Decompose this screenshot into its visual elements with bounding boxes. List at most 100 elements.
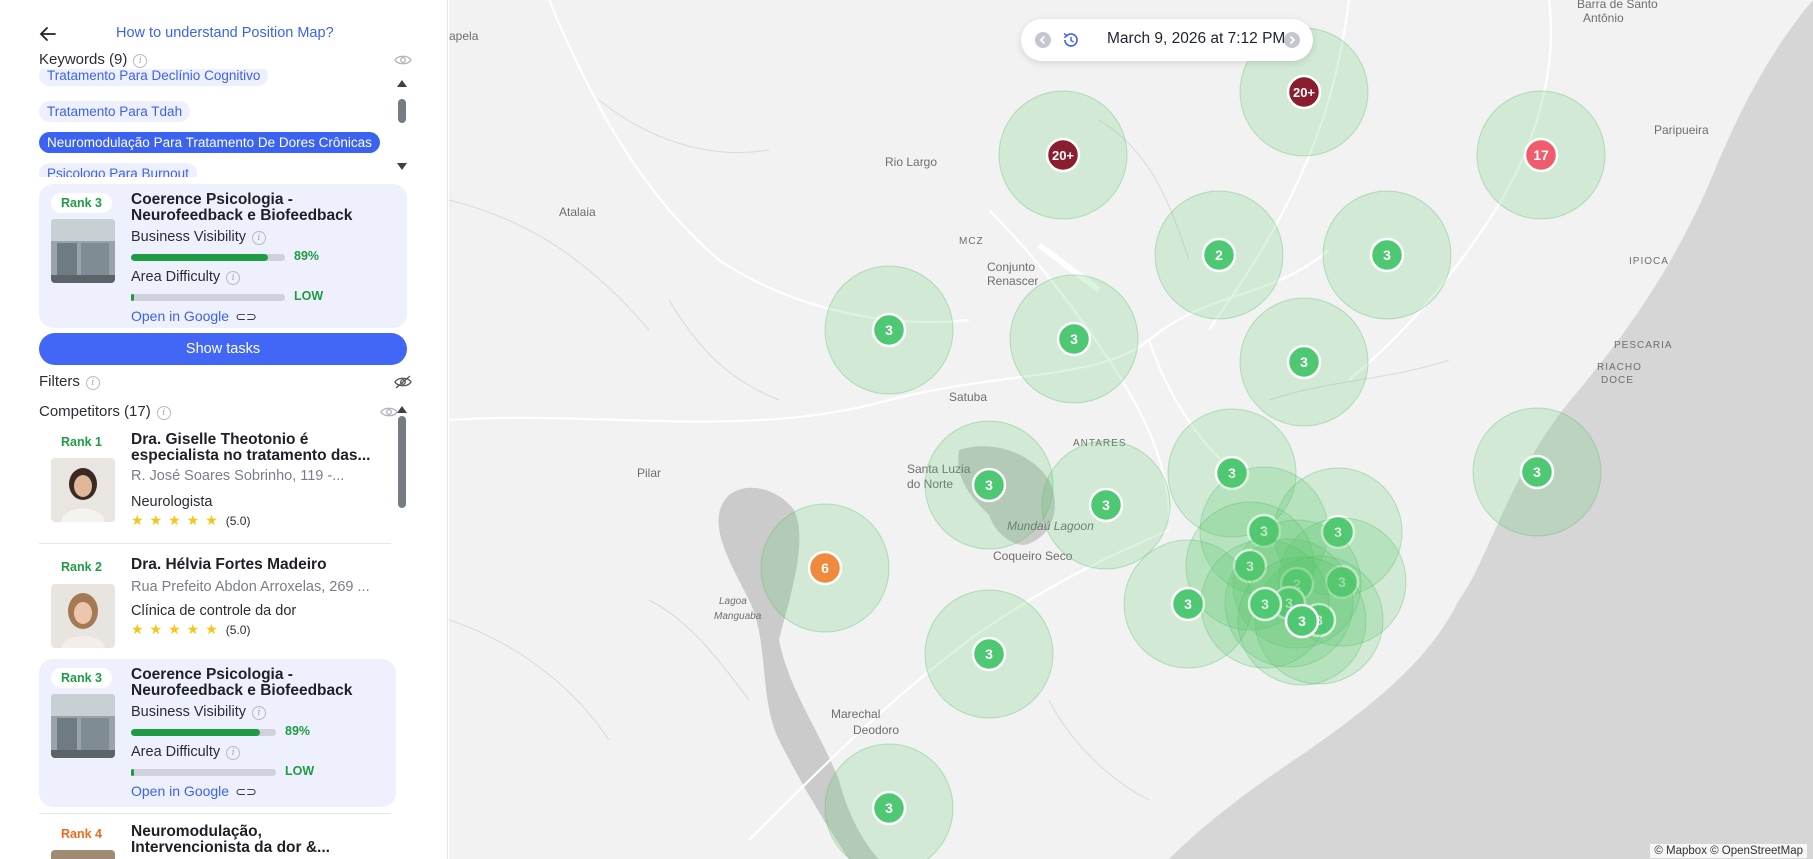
open-in-google-link[interactable]: Open in Google ⊂⊃ bbox=[131, 308, 257, 325]
competitor-photo bbox=[51, 458, 115, 522]
difficulty-label: Area Difficulty i bbox=[131, 269, 241, 285]
keywords-title: Keywords (9) bbox=[39, 51, 128, 68]
competitor-name: Dra. Hélvia Fortes Madeiro bbox=[131, 556, 327, 573]
marker-label: 3 bbox=[1300, 354, 1308, 370]
visibility-bar bbox=[131, 729, 276, 736]
rank-badge: Rank 3 bbox=[51, 193, 112, 213]
datetime-label: March 9, 2026 at 7:12 PM bbox=[1107, 30, 1286, 47]
map-place-label: PESCARIA bbox=[1614, 340, 1673, 351]
rank-badge: Rank 2 bbox=[51, 557, 112, 577]
marker-label: 3 bbox=[985, 477, 993, 493]
scroll-down-icon[interactable] bbox=[397, 163, 407, 170]
competitor-item[interactable]: Rank 2 Dra. Hélvia Fortes Madeiro Rua Pr… bbox=[39, 552, 391, 652]
rank-marker[interactable]: 3 bbox=[1239, 297, 1369, 427]
visibility-bar-fill bbox=[131, 729, 261, 736]
scroll-up-icon[interactable] bbox=[397, 80, 407, 87]
info-icon[interactable]: i bbox=[251, 231, 266, 245]
map-place-label: Renascer bbox=[987, 274, 1038, 288]
visibility-bar-fill bbox=[131, 254, 269, 261]
keyword-chip[interactable]: Tratamento Para Tdah bbox=[39, 101, 191, 122]
rank-marker[interactable]: 3 bbox=[924, 589, 1054, 719]
marker-label: 3 bbox=[985, 646, 993, 662]
next-icon[interactable] bbox=[1282, 30, 1302, 50]
business-name: Coerence Psicologia - Neurofeedback e Bi… bbox=[131, 191, 353, 224]
competitor-item-highlighted[interactable]: Rank 3 Coerence Psicologia - Neurofeedba… bbox=[39, 659, 396, 807]
marker-label: 2 bbox=[1215, 247, 1223, 263]
rank-marker[interactable]: 3 bbox=[1041, 440, 1171, 570]
info-icon[interactable]: i bbox=[226, 746, 241, 760]
rank-marker[interactable]: 6 bbox=[760, 503, 890, 633]
keyword-chip[interactable]: Tratamento Para Declínio Cognitivo bbox=[39, 69, 269, 86]
keywords-heading: Keywords (9) i bbox=[39, 51, 148, 68]
map-place-label: Atalaia bbox=[559, 205, 596, 219]
eye-icon[interactable] bbox=[394, 53, 412, 67]
eye-icon[interactable] bbox=[380, 405, 398, 419]
scroll-up-icon[interactable] bbox=[397, 406, 407, 413]
help-link[interactable]: How to understand Position Map? bbox=[116, 25, 334, 41]
marker-label: 20+ bbox=[1052, 148, 1074, 163]
marker-label: 3 bbox=[1383, 247, 1391, 263]
link-icon: ⊂⊃ bbox=[235, 309, 257, 324]
competitor-category: Neurologista bbox=[131, 494, 213, 510]
info-icon[interactable]: i bbox=[226, 271, 241, 285]
map-canvas[interactable]: Barra de SantoAntônio apela Paripueira Rio … bbox=[448, 0, 1813, 859]
competitor-category: Clínica de controle da dor bbox=[131, 603, 297, 619]
history-icon[interactable] bbox=[1061, 30, 1081, 50]
competitor-address: R. José Soares Sobrinho, 119 -... bbox=[131, 468, 345, 484]
previous-icon[interactable] bbox=[1033, 30, 1053, 50]
competitor-address: Rua Prefeito Abdon Arroxelas, 269 ... bbox=[131, 579, 370, 595]
scroll-thumb[interactable] bbox=[398, 99, 406, 123]
visibility-label: Business Visibility i bbox=[131, 229, 266, 245]
difficulty-bar bbox=[131, 769, 276, 776]
scroll-thumb[interactable] bbox=[398, 416, 406, 508]
map-place-label: Satuba bbox=[949, 390, 987, 404]
rank-marker[interactable]: 20+ bbox=[998, 90, 1128, 220]
visibility-label: Business Visibility i bbox=[131, 704, 266, 720]
info-icon[interactable]: i bbox=[251, 706, 266, 720]
rank-marker[interactable]: 3 bbox=[1322, 190, 1452, 320]
rating-stars: ★★★★★ (5.0) bbox=[131, 621, 251, 637]
keyword-chip-active[interactable]: Neuromodulação Para Tratamento De Dores … bbox=[39, 132, 380, 153]
map-attribution[interactable]: © Mapbox © OpenStreetMap bbox=[1650, 844, 1807, 858]
rank-badge: Rank 4 bbox=[51, 824, 112, 844]
difficulty-bar-fill bbox=[131, 769, 134, 776]
rank-marker[interactable]: 2 bbox=[1154, 190, 1284, 320]
rank-marker[interactable]: 3 bbox=[1009, 274, 1139, 404]
visibility-value: 89% bbox=[285, 724, 311, 738]
keyword-chip[interactable]: Psicologo Para Burnout bbox=[39, 163, 197, 177]
competitor-name: Coerence Psicologia - Neurofeedback e Bi… bbox=[131, 666, 353, 699]
rating-value: (5.0) bbox=[225, 623, 251, 637]
open-in-google-link[interactable]: Open in Google ⊂⊃ bbox=[131, 783, 257, 800]
keyword-scrollbar[interactable] bbox=[397, 80, 407, 176]
selected-business-card[interactable]: Rank 3 Coerence Psicologia - Neurofeedba… bbox=[39, 184, 407, 328]
info-icon[interactable]: i bbox=[133, 54, 148, 68]
back-arrow-icon[interactable] bbox=[36, 22, 60, 46]
rank-marker[interactable]: 3 bbox=[1237, 556, 1367, 686]
marker-label: 3 bbox=[1102, 497, 1110, 513]
show-tasks-button[interactable]: Show tasks bbox=[39, 333, 407, 365]
competitor-name: Dra. Giselle Theotonio é especialista no… bbox=[131, 431, 371, 464]
competitor-item[interactable]: Rank 4 Neuromodulação, Intervencionista … bbox=[39, 820, 391, 859]
info-icon[interactable]: i bbox=[156, 406, 171, 420]
eye-off-icon[interactable] bbox=[394, 375, 412, 389]
difficulty-bar-fill bbox=[131, 294, 135, 301]
difficulty-value: LOW bbox=[285, 764, 315, 778]
competitors-scrollbar[interactable] bbox=[397, 406, 407, 516]
datetime-selector: March 9, 2026 at 7:12 PM bbox=[1021, 19, 1313, 61]
info-icon[interactable]: i bbox=[85, 376, 100, 390]
map-place-label: Rio Largo bbox=[885, 155, 937, 169]
competitor-item[interactable]: Rank 1 Dra. Giselle Theotonio é especial… bbox=[39, 428, 391, 538]
map-place-label: DOCE bbox=[1601, 375, 1634, 386]
rank-marker[interactable]: 17 bbox=[1476, 90, 1606, 220]
marker-label: 3 bbox=[1070, 331, 1078, 347]
keyword-list: Tratamento Para Declínio Cognitivo Trata… bbox=[39, 69, 399, 177]
rank-marker[interactable]: 3 bbox=[824, 265, 954, 395]
competitor-name: Neuromodulação, Intervencionista da dor … bbox=[131, 823, 330, 856]
marker-label: 3 bbox=[1298, 613, 1306, 629]
rank-marker[interactable]: 3 bbox=[1472, 407, 1602, 537]
map-place-label: Barra de Santo bbox=[1577, 0, 1658, 11]
position-map[interactable]: Barra de Santo Antônio apela Paripueira Rio … bbox=[448, 0, 1813, 859]
rank-marker[interactable]: 3 bbox=[924, 420, 1054, 550]
marker-label: 3 bbox=[885, 800, 893, 816]
marker-label: 3 bbox=[1184, 596, 1192, 612]
